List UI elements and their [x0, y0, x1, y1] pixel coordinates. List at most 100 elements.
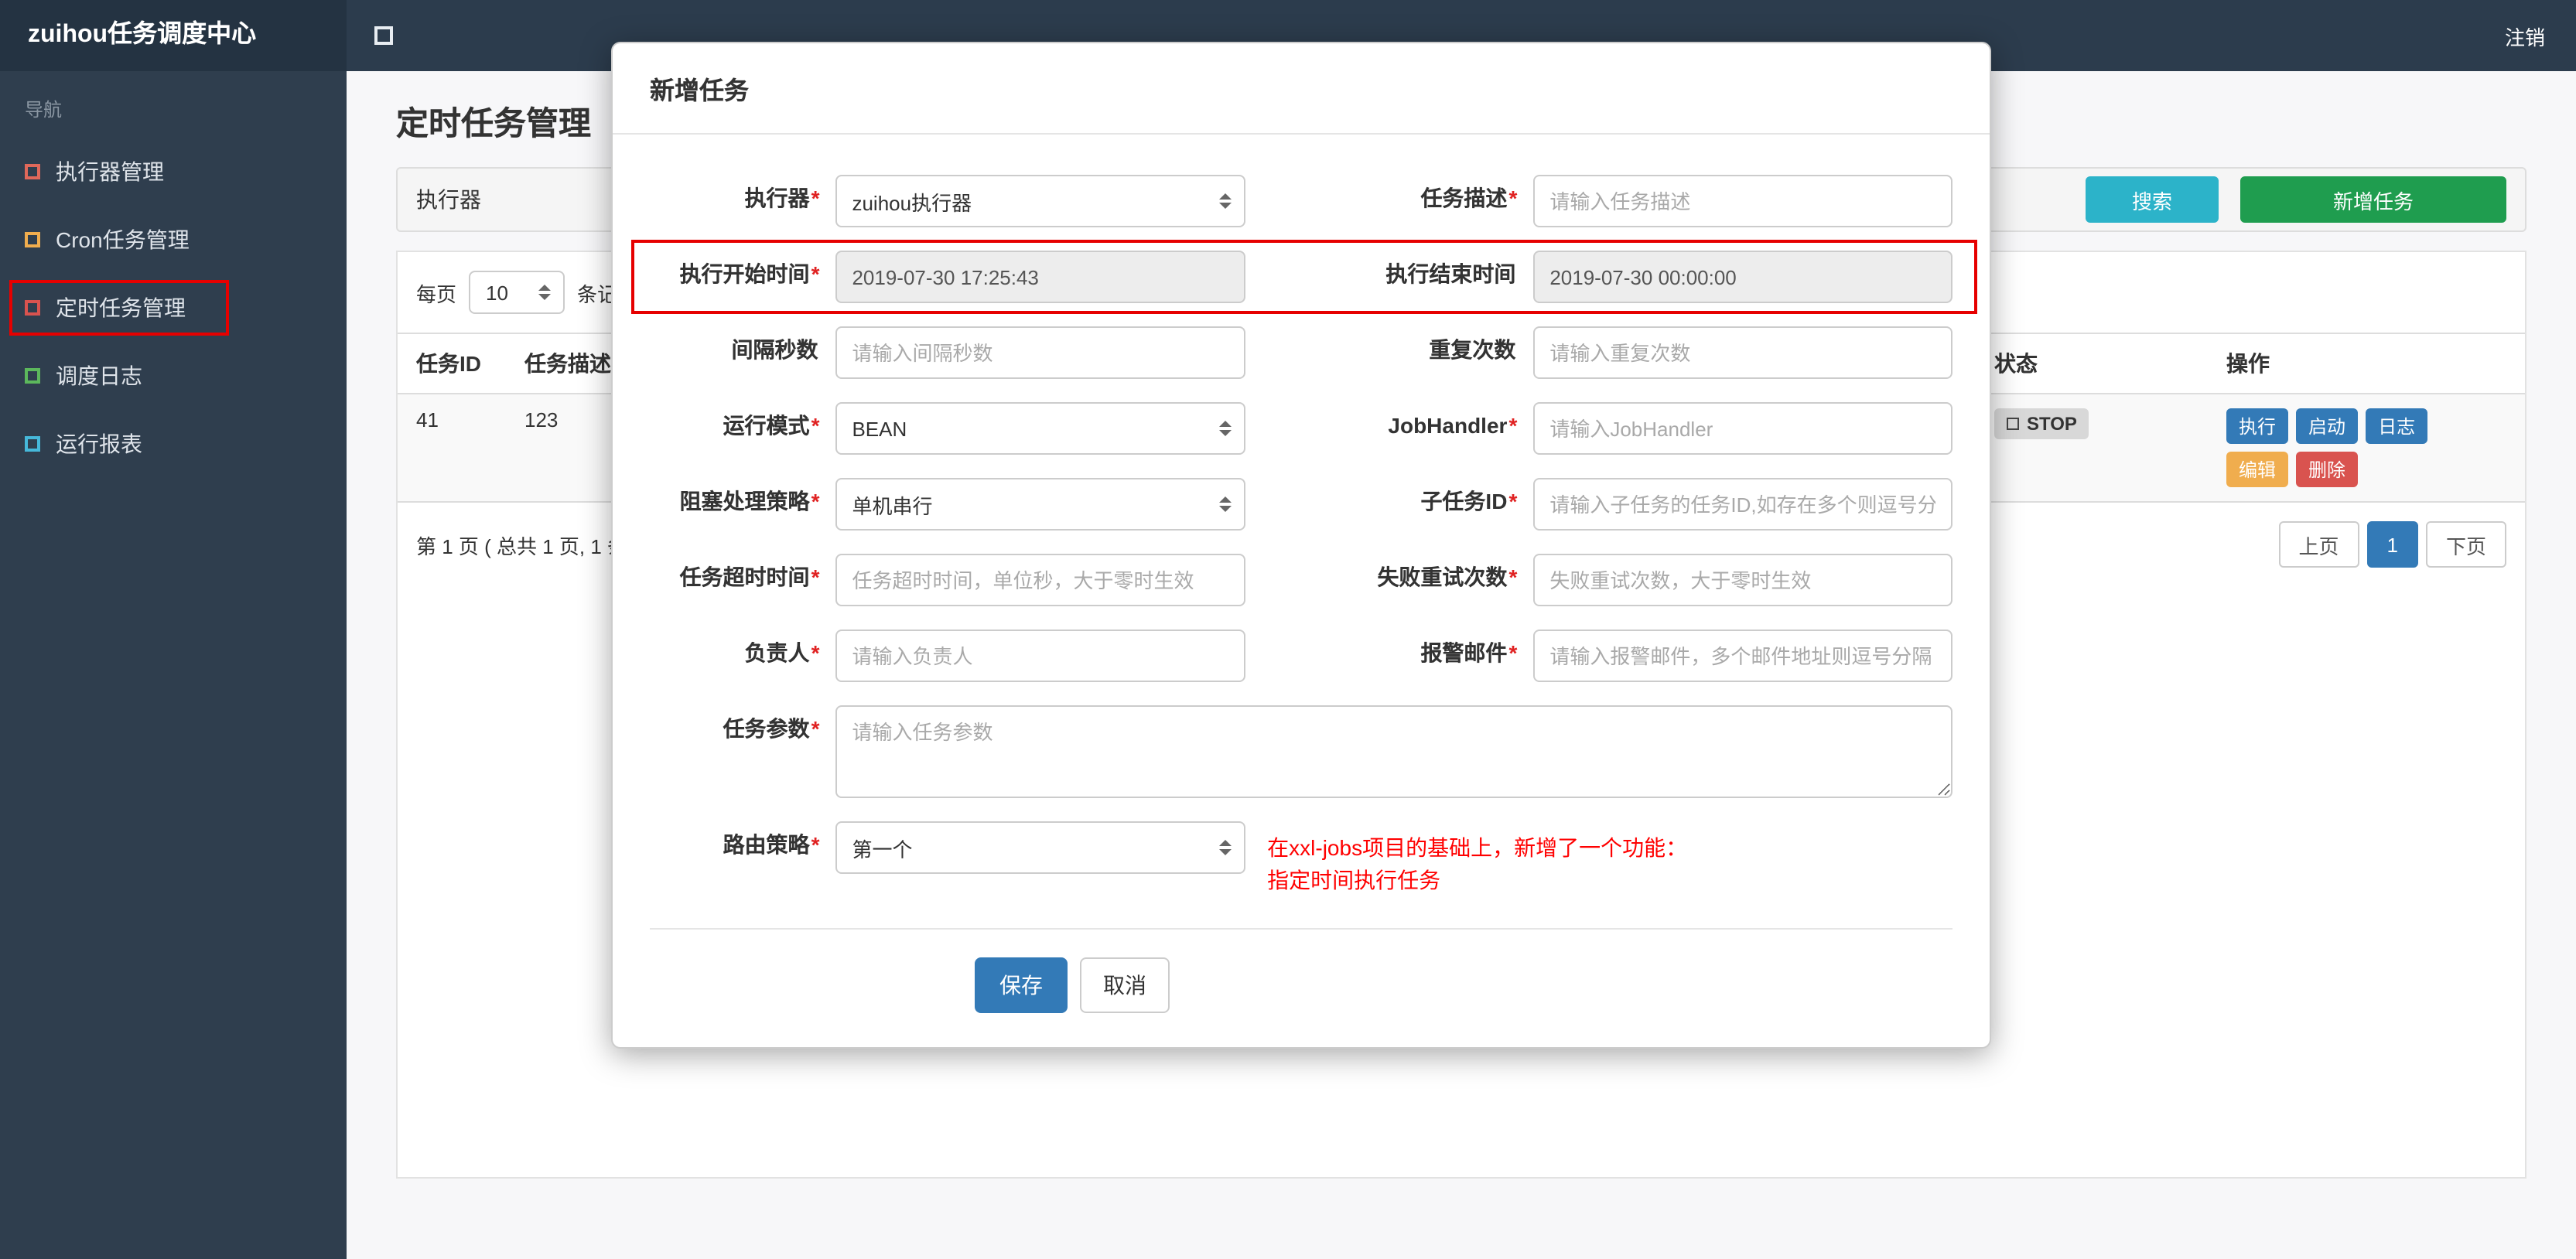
status-badge: STOP — [1994, 408, 2089, 439]
route-strategy-select[interactable]: 第一个 — [835, 821, 1246, 874]
start-time-input[interactable] — [835, 251, 1246, 303]
block-strategy-label: 阻塞处理策略 * — [679, 489, 820, 513]
execute-button[interactable]: 执行 — [2226, 408, 2289, 444]
cell-actions: 执行 启动 日志 编辑 删除 — [2226, 408, 2506, 487]
cell-task-id: 41 — [416, 408, 439, 432]
square-icon — [25, 368, 40, 384]
cancel-button[interactable]: 取消 — [1080, 957, 1170, 1013]
toolbar-actions: 搜索 新增任务 — [2085, 176, 2506, 223]
pagination-buttons: 上页 1 下页 — [2278, 521, 2506, 568]
interval-input[interactable] — [835, 326, 1246, 379]
prev-page-button[interactable]: 上页 — [2278, 521, 2359, 568]
perpage-value: 10 — [486, 281, 508, 304]
modal-note: 在xxl-jobs项目的基础上，新增了一个功能： 指定时间执行任务 — [1245, 821, 1952, 897]
retry-input[interactable] — [1532, 554, 1953, 606]
nav-section-label: 导航 — [25, 99, 63, 121]
select-caret-icon — [538, 278, 552, 306]
sidebar-item-label: 定时任务管理 — [56, 295, 186, 320]
form-row-route: 路由策略 * 第一个 在xxl-jobs项目的基础上，新增了一个功能： 指定时间执… — [650, 821, 1952, 897]
executor-label: 执行器 * — [744, 186, 820, 210]
modal-header: 新增任务 — [613, 43, 1990, 135]
add-task-modal: 新增任务 执行器 * zuihou执行器 任务描述 * 请输入任务描述 执行开始… — [611, 42, 1991, 1049]
child-job-label: 子任务ID * — [1420, 489, 1518, 513]
row-action-buttons: 执行 启动 日志 编辑 删除 — [2226, 408, 2458, 487]
app-root: zuihou任务调度中心 注销 导航 执行器管理 Cron任务管理 定时任务管理 — [0, 0, 2576, 1259]
sidebar-item-executor-manage[interactable]: 执行器管理 — [0, 138, 347, 206]
executor-select-value: zuihou执行器 — [852, 191, 972, 214]
search-button[interactable]: 搜索 — [2085, 176, 2219, 223]
sidebar-item-run-report[interactable]: 运行报表 — [0, 410, 347, 478]
select-caret-icon — [1219, 834, 1232, 862]
header-actions: 操作 — [2226, 351, 2270, 376]
square-icon — [25, 164, 40, 179]
square-icon — [25, 436, 40, 452]
start-time-label: 执行开始时间 * — [679, 261, 820, 286]
sidebar-item-label: 运行报表 — [56, 432, 142, 456]
job-desc-input[interactable] — [1532, 175, 1953, 227]
form-row: 负责人* 报警邮件* — [650, 630, 1953, 682]
modal-note-line2: 指定时间执行任务 — [1267, 868, 1441, 892]
modal-title: 新增任务 — [650, 79, 750, 105]
sidebar-item-timed-tasks[interactable]: 定时任务管理 — [0, 274, 347, 342]
end-time-input[interactable] — [1532, 251, 1953, 303]
form-row: 阻塞处理策略 * 单机串行 子任务ID * — [650, 478, 1953, 531]
executor-filter-label: 执行器 — [416, 187, 481, 212]
next-page-button[interactable]: 下页 — [2425, 521, 2506, 568]
modal-body: 执行器* zuihou执行器 任务描述* 执行开始时间* — [613, 135, 1990, 1047]
sidebar: 导航 执行器管理 Cron任务管理 定时任务管理 调度日志 运行报表 — [0, 71, 347, 1259]
modal-footer-buttons: 保存 取消 — [650, 957, 1952, 1013]
cell-status: STOP — [1994, 408, 2226, 439]
stop-icon — [2007, 418, 2019, 430]
executor-select[interactable]: zuihou执行器 — [835, 175, 1246, 227]
select-caret-icon — [1219, 415, 1232, 442]
header-status: 状态 — [1994, 351, 2038, 376]
retry-label: 失败重试次数 * — [1377, 565, 1518, 589]
interval-label: 间隔秒数 — [731, 337, 818, 362]
form-row-job-param: 任务参数 * — [650, 705, 1952, 798]
block-strategy-select[interactable]: 单机串行 — [835, 478, 1246, 531]
job-param-label: 任务参数 * — [723, 716, 820, 741]
route-strategy-select-value: 第一个 — [852, 838, 913, 861]
sidebar-item-cron-tasks[interactable]: Cron任务管理 — [0, 206, 347, 274]
form-row: 执行器 * zuihou执行器 任务描述 * — [650, 175, 1953, 227]
owner-label: 负责人 * — [744, 640, 820, 665]
child-job-input[interactable] — [1532, 478, 1953, 531]
page-1-button[interactable]: 1 — [2366, 521, 2418, 568]
alarm-email-label: 报警邮件 * — [1420, 640, 1518, 665]
sidebar-nav: 执行器管理 Cron任务管理 定时任务管理 调度日志 运行报表 — [0, 138, 347, 478]
form-row-dates: 执行开始时间* 执行结束时间 — [631, 240, 1977, 314]
sidebar-item-label: 执行器管理 — [56, 159, 164, 184]
edit-button[interactable]: 编辑 — [2226, 452, 2289, 487]
block-strategy-select-value: 单机串行 — [852, 494, 933, 517]
job-param-textarea[interactable] — [835, 705, 1952, 798]
timeout-input[interactable] — [835, 554, 1246, 606]
form-row: 运行模式 * BEAN JobHandler * — [650, 402, 1953, 455]
status-text: STOP — [2027, 413, 2077, 435]
header-task-id: 任务ID — [416, 351, 481, 376]
add-task-button[interactable]: 新增任务 — [2239, 176, 2506, 223]
sidebar-item-schedule-log[interactable]: 调度日志 — [0, 342, 347, 410]
sidebar-item-label: Cron任务管理 — [56, 227, 190, 252]
repeat-label: 重复次数 — [1429, 337, 1516, 362]
glue-type-select-value: BEAN — [852, 417, 907, 440]
jobhandler-label: JobHandler * — [1388, 413, 1518, 438]
timeout-label: 任务超时时间 * — [679, 565, 820, 589]
log-button[interactable]: 日志 — [2366, 408, 2428, 444]
alarm-email-input[interactable] — [1532, 630, 1953, 682]
logout-link[interactable]: 注销 — [2505, 21, 2545, 50]
job-desc-label: 任务描述 * — [1420, 186, 1518, 210]
glue-type-label: 运行模式 * — [723, 413, 820, 438]
sidebar-item-label: 调度日志 — [56, 363, 142, 388]
square-icon — [25, 232, 40, 247]
perpage-select[interactable]: 10 — [469, 271, 565, 314]
save-button[interactable]: 保存 — [975, 957, 1068, 1013]
menu-toggle-icon[interactable] — [374, 26, 393, 45]
app-title: zuihou任务调度中心 — [0, 0, 347, 71]
delete-button[interactable]: 删除 — [2296, 452, 2359, 487]
owner-input[interactable] — [835, 630, 1246, 682]
repeat-input[interactable] — [1532, 326, 1953, 379]
start-button[interactable]: 启动 — [2296, 408, 2359, 444]
perpage-label: 每页 — [416, 282, 457, 305]
jobhandler-input[interactable] — [1532, 402, 1953, 455]
glue-type-select[interactable]: BEAN — [835, 402, 1246, 455]
